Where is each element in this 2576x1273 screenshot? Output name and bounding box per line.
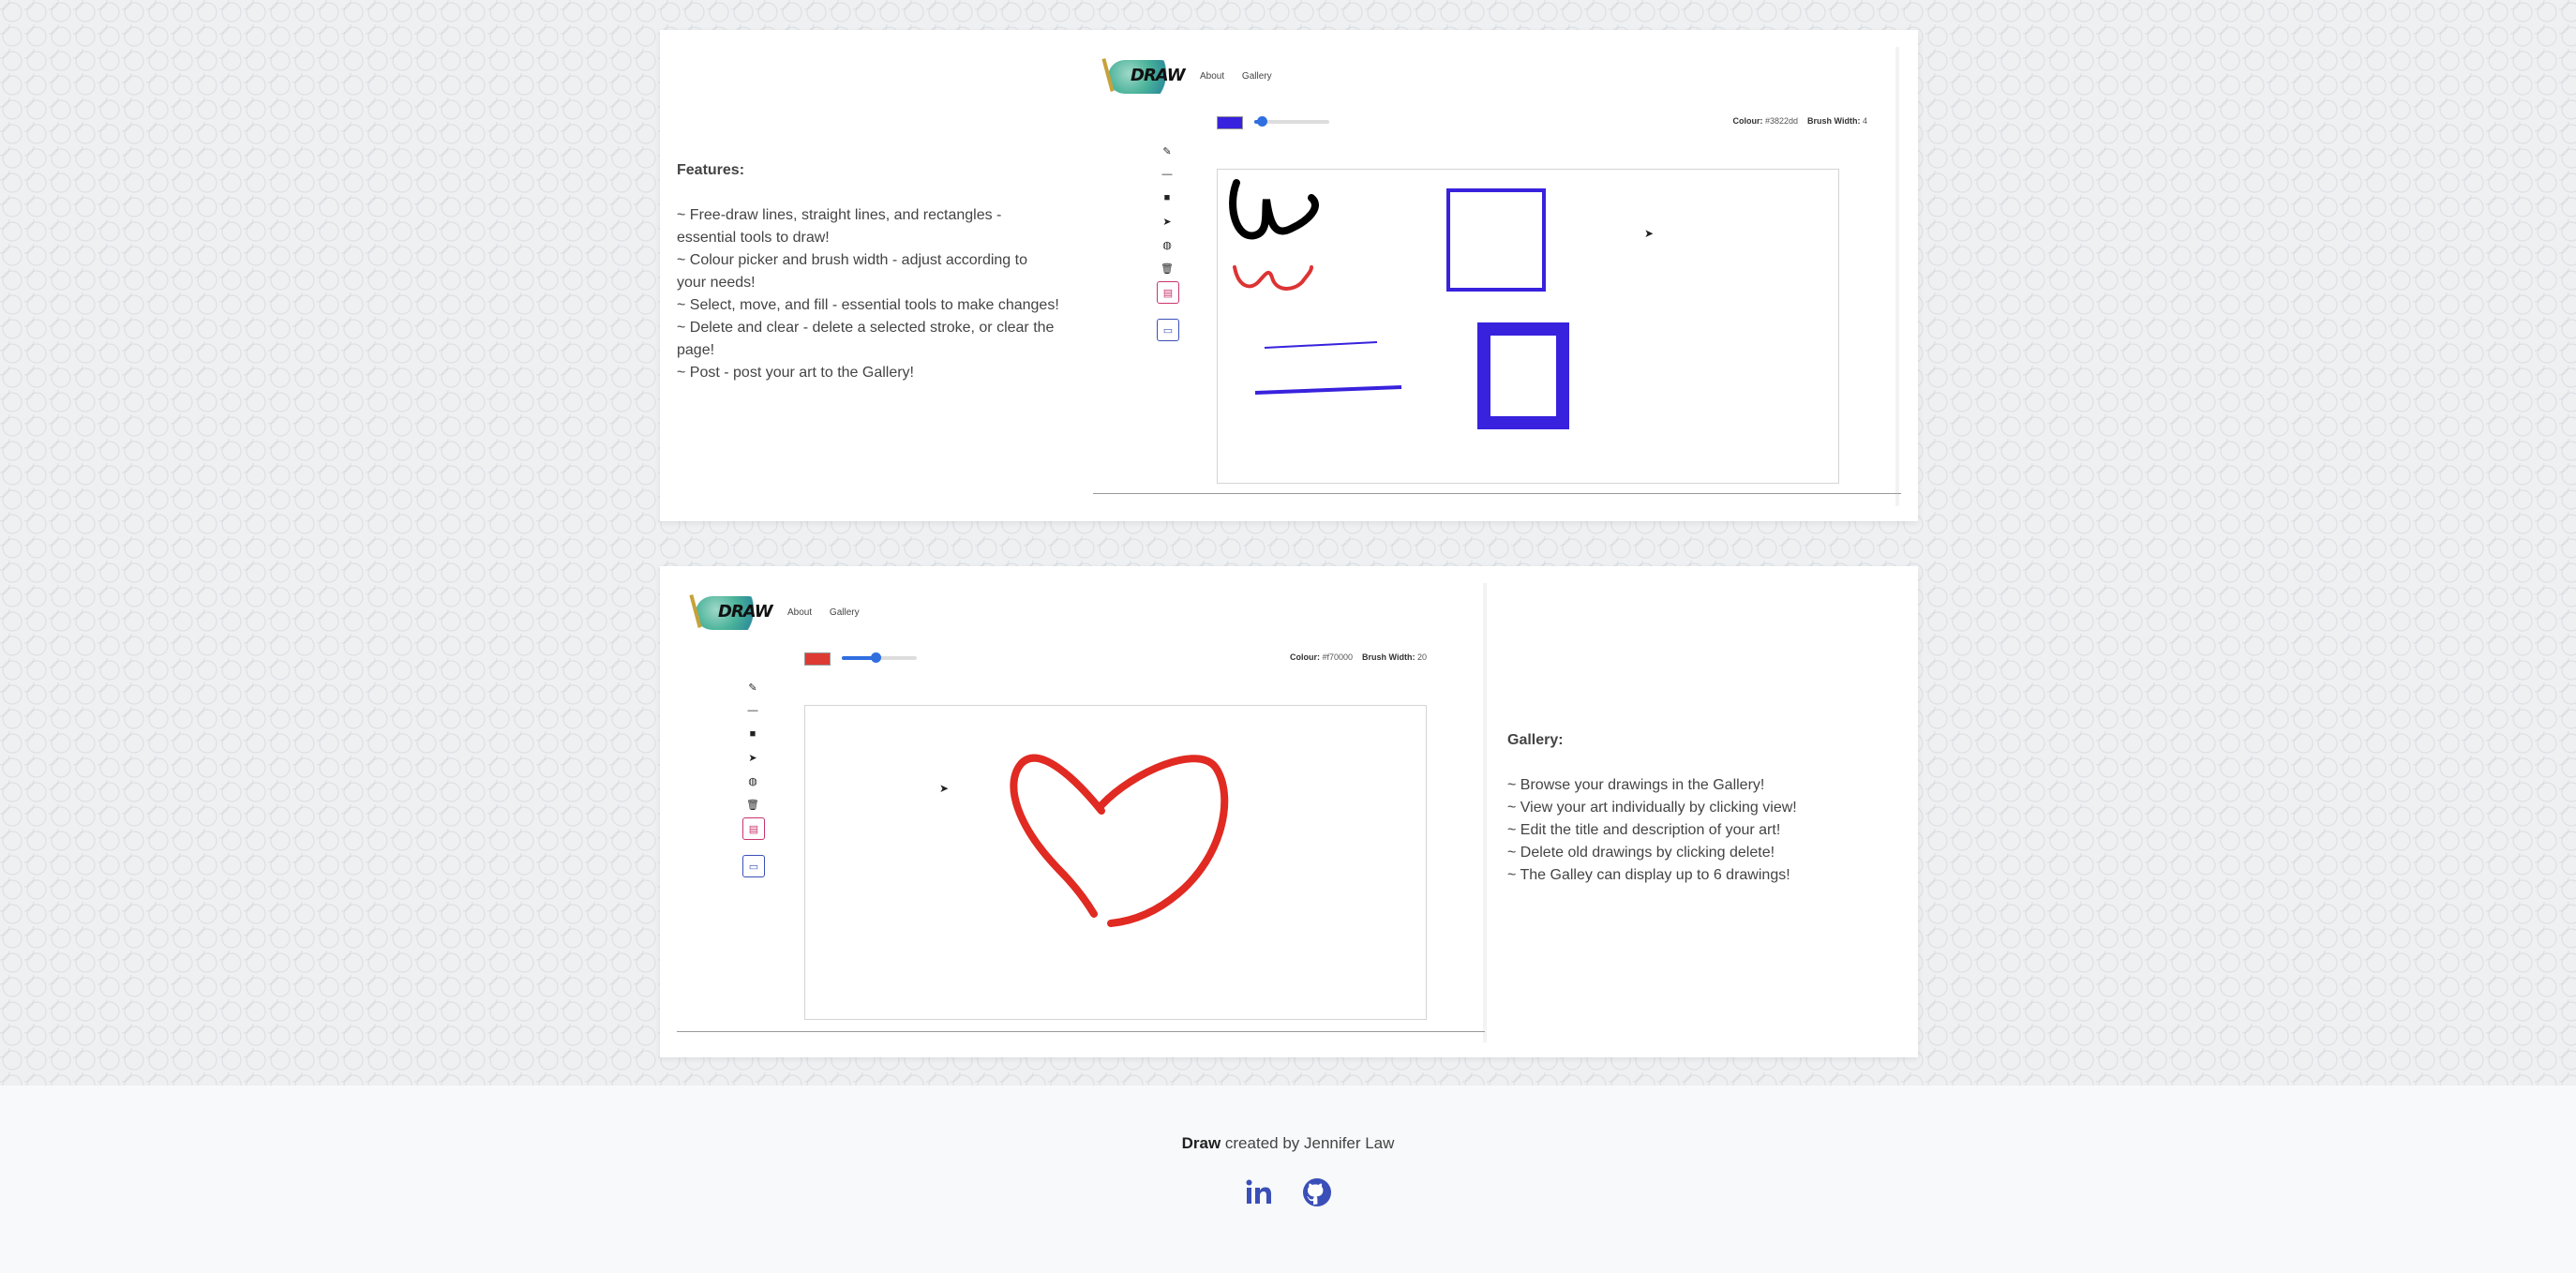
brush-width-label: Brush Width: xyxy=(1362,652,1415,662)
fill-icon[interactable]: ◍ xyxy=(742,771,763,791)
drawing-canvas[interactable] xyxy=(804,705,1427,1020)
features-line: ~ Colour picker and brush width - adjust… xyxy=(677,252,1027,268)
brush-meta: Colour: #3822dd Brush Width: 4 xyxy=(1732,116,1867,126)
colour-label: Colour: xyxy=(1732,116,1763,126)
colour-value: #3822dd xyxy=(1764,116,1799,126)
features-line: ~ Post - post your art to the Gallery! xyxy=(677,365,914,381)
brush-width-label: Brush Width: xyxy=(1807,116,1861,126)
features-line: ~ Delete and clear - delete a selected s… xyxy=(677,320,1055,336)
nav-about[interactable]: About xyxy=(1200,71,1224,82)
toolbar: ✎ — ■ ➤ ◍ 🗑 ▤ ▭ xyxy=(1157,141,1179,344)
mouse-cursor: ➤ xyxy=(1644,227,1655,240)
footer-brand: Draw xyxy=(1181,1134,1221,1152)
mouse-cursor: ➤ xyxy=(939,782,950,795)
gallery-title: Gallery: xyxy=(1507,732,1564,748)
drawing-canvas[interactable] xyxy=(1217,169,1839,484)
gallery-card: DRAW About Gallery ✎ — ■ ➤ ◍ 🗑 ▤ ▭ Colou… xyxy=(660,566,1918,1057)
gallery-line: ~ Delete old drawings by clicking delete… xyxy=(1507,845,1775,861)
features-line: ~ Free-draw lines, straight lines, and r… xyxy=(677,207,1002,223)
trash-icon[interactable]: 🗑 xyxy=(1157,258,1177,278)
gallery-line: ~ View your art individually by clicking… xyxy=(1507,800,1797,816)
nav: About Gallery xyxy=(1200,71,1287,82)
features-card: Features: ~ Free-draw lines, straight li… xyxy=(660,30,1918,521)
canvas-drawing xyxy=(1229,179,1569,429)
gallery-line: ~ Edit the title and description of your… xyxy=(1507,822,1781,838)
footer-credit-text: created by Jennifer Law xyxy=(1221,1134,1395,1152)
clear-icon[interactable]: ▭ xyxy=(1157,319,1179,341)
app-screenshot-draw: DRAW About Gallery ✎ — ■ ➤ ◍ 🗑 ▤ ▭ Colou… xyxy=(1101,52,1916,502)
gallery-line: ~ The Galley can display up to 6 drawing… xyxy=(1507,867,1790,883)
line-icon[interactable]: — xyxy=(1157,164,1177,185)
brush-width-value: 20 xyxy=(1416,652,1427,662)
post-icon[interactable]: ▤ xyxy=(742,817,765,840)
colour-swatch[interactable] xyxy=(1217,116,1243,129)
features-line: your needs! xyxy=(677,275,756,291)
separator-line xyxy=(1093,493,1901,494)
colour-value: #f70000 xyxy=(1322,652,1354,662)
post-icon[interactable]: ▤ xyxy=(1157,281,1179,304)
github-icon[interactable] xyxy=(1302,1177,1332,1207)
footer-credit: Draw created by Jennifer Law xyxy=(0,1134,2576,1153)
colour-label: Colour: xyxy=(1289,652,1320,662)
nav: About Gallery xyxy=(787,607,875,618)
clear-icon[interactable]: ▭ xyxy=(742,855,765,877)
features-title: Features: xyxy=(677,162,745,178)
rectangle-icon[interactable]: ■ xyxy=(742,724,763,744)
brush-width-slider[interactable] xyxy=(1254,116,1329,127)
trash-icon[interactable]: 🗑 xyxy=(742,794,763,815)
pencil-icon[interactable]: ✎ xyxy=(742,677,763,697)
draw-logo[interactable]: DRAW xyxy=(1101,56,1186,97)
features-line: page! xyxy=(677,342,715,358)
line-icon[interactable]: — xyxy=(742,700,763,721)
brush-meta: Colour: #f70000 Brush Width: 20 xyxy=(1290,652,1427,662)
gallery-line: ~ Browse your drawings in the Gallery! xyxy=(1507,777,1765,793)
gallery-section: Gallery: ~ Browse your drawings in the G… xyxy=(1507,729,1901,887)
features-line: ~ Select, move, and fill - essential too… xyxy=(677,297,1059,313)
select-icon[interactable]: ➤ xyxy=(1157,211,1177,232)
pencil-icon[interactable]: ✎ xyxy=(1157,141,1177,161)
colour-swatch[interactable] xyxy=(804,652,831,666)
select-icon[interactable]: ➤ xyxy=(742,747,763,768)
toolbar: ✎ — ■ ➤ ◍ 🗑 ▤ ▭ xyxy=(742,677,765,880)
nav-gallery[interactable]: Gallery xyxy=(830,607,860,618)
canvas-drawing xyxy=(1010,754,1229,927)
app-screenshot-draw: DRAW About Gallery ✎ — ■ ➤ ◍ 🗑 ▤ ▭ Colou… xyxy=(688,589,1485,1039)
brush-width-value: 4 xyxy=(1862,116,1867,126)
features-line: essential tools to draw! xyxy=(677,230,830,246)
linkedin-icon[interactable] xyxy=(1244,1177,1274,1207)
fill-icon[interactable]: ◍ xyxy=(1157,234,1177,255)
separator-line xyxy=(677,1031,1485,1032)
nav-gallery[interactable]: Gallery xyxy=(1242,71,1272,82)
nav-about[interactable]: About xyxy=(787,607,812,618)
brush-width-slider[interactable] xyxy=(842,652,917,663)
footer: Draw created by Jennifer Law xyxy=(0,1086,2576,1273)
features-section: Features: ~ Free-draw lines, straight li… xyxy=(677,159,1080,384)
draw-logo[interactable]: DRAW xyxy=(688,592,773,634)
rectangle-icon[interactable]: ■ xyxy=(1157,187,1177,208)
